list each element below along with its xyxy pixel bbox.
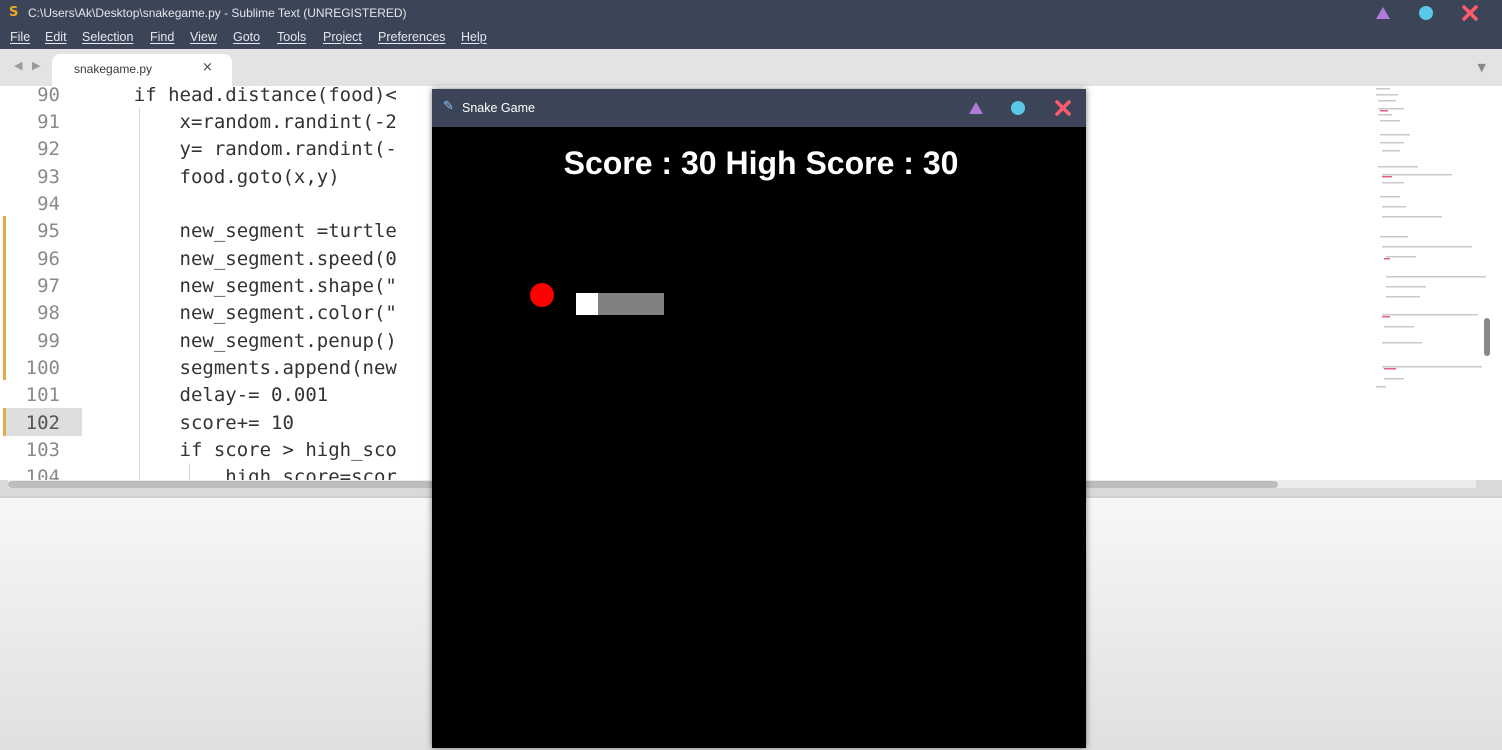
line-number-active: 102 (25, 412, 60, 434)
code-line: delay-= 0.001 (88, 384, 329, 406)
food (530, 283, 554, 307)
snake-head (576, 293, 598, 315)
line-number: 97 (37, 275, 60, 297)
code-line: new_segment.speed(0 (88, 248, 397, 270)
minimap[interactable] (1370, 86, 1490, 480)
tab-bar: ◀ ▶ snakegame.py × ▼ (0, 49, 1502, 87)
code-line: if score > high_sco (88, 439, 397, 461)
menu-bar: File Edit Selection Find View Goto Tools… (0, 27, 1502, 49)
tab-dropdown-icon[interactable]: ▼ (1478, 61, 1486, 74)
vertical-scrollbar-thumb[interactable] (1484, 318, 1490, 356)
tab-snakegame[interactable]: snakegame.py × (52, 54, 232, 86)
menu-help[interactable]: Help (461, 30, 487, 44)
tab-close-icon[interactable]: × (202, 60, 213, 75)
menu-file[interactable]: File (10, 30, 30, 44)
line-number: 99 (37, 330, 60, 352)
line-number: 94 (37, 193, 60, 215)
sublime-logo-icon: S (9, 5, 19, 20)
menu-selection[interactable]: Selection (82, 30, 133, 44)
code-line-active: score+= 10 (88, 412, 294, 434)
menu-view[interactable]: View (190, 30, 217, 44)
tab-label: snakegame.py (74, 62, 153, 76)
score-display: Score : 30 High Score : 30 (563, 145, 959, 181)
menu-find[interactable]: Find (150, 30, 174, 44)
line-number: 92 (37, 138, 60, 160)
code-line: food.goto(x,y) (88, 166, 340, 188)
close-icon[interactable] (1462, 5, 1478, 21)
line-number: 98 (37, 302, 60, 324)
code-line: segments.append(new (88, 357, 397, 379)
line-number: 101 (25, 384, 60, 406)
snake-window-title: Snake Game (462, 101, 535, 115)
code-line: new_segment.shape(" (88, 275, 397, 297)
code-line: if head.distance(food)< (88, 86, 397, 106)
line-number: 90 (37, 86, 60, 106)
code-line: new_segment =turtle (88, 220, 397, 242)
code-line: high_score=scor (88, 466, 397, 480)
code-line: new_segment.penup() (88, 330, 397, 352)
line-number: 93 (37, 166, 60, 188)
maximize-icon[interactable] (1010, 100, 1026, 116)
code-line: new_segment.color(" (88, 302, 397, 324)
game-canvas[interactable]: Score : 30 High Score : 30 (434, 129, 1084, 748)
menu-tools[interactable]: Tools (277, 30, 306, 44)
tab-nav-arrows[interactable]: ◀ ▶ (14, 59, 43, 72)
code-line: x=random.randint(-2 (88, 111, 397, 133)
title-bar: S C:\Users\Ak\Desktop\snakegame.py - Sub… (0, 0, 1502, 27)
line-number: 91 (37, 111, 60, 133)
minimize-icon[interactable] (1375, 5, 1391, 21)
close-icon[interactable] (1055, 100, 1071, 116)
snake-game-window: ✎ Snake Game Score : 30 High Score : 30 (432, 89, 1086, 748)
code-line: y= random.randint(- (88, 138, 397, 160)
line-number: 100 (25, 357, 60, 379)
feather-icon: ✎ (443, 99, 454, 114)
menu-project[interactable]: Project (323, 30, 362, 44)
menu-preferences[interactable]: Preferences (378, 30, 445, 44)
snake-body (598, 293, 664, 315)
menu-edit[interactable]: Edit (45, 30, 67, 44)
snake-title-bar: ✎ Snake Game (432, 89, 1086, 127)
maximize-icon[interactable] (1418, 5, 1434, 21)
menu-goto[interactable]: Goto (233, 30, 260, 44)
line-number: 103 (25, 439, 60, 461)
line-number: 95 (37, 220, 60, 242)
line-number: 96 (37, 248, 60, 270)
window-title: C:\Users\Ak\Desktop\snakegame.py - Subli… (28, 6, 407, 20)
line-number: 104 (25, 466, 60, 480)
minimize-icon[interactable] (968, 100, 984, 116)
line-gutter: 90 91 92 93 94 95 96 97 98 99 100 101 10… (0, 86, 82, 480)
